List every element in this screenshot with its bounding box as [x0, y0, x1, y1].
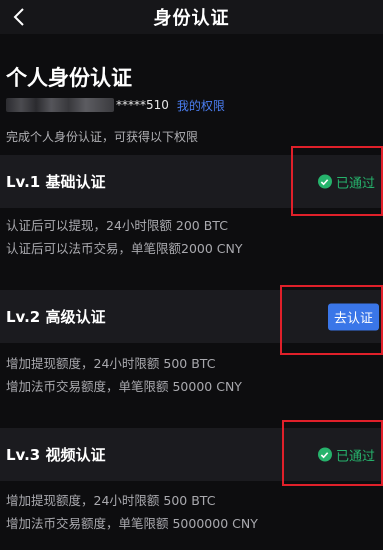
user-id-row: *****510 我的权限: [6, 95, 225, 115]
nav-header: 身份认证: [0, 0, 383, 34]
highlight-box-level-1: [291, 146, 383, 216]
blurred-id-image: [6, 98, 114, 112]
page-title: 个人身份认证: [6, 66, 132, 90]
level-1-line-1: 认证后可以提现，24小时限额 200 BTC: [6, 218, 228, 233]
highlight-box-level-3: [282, 420, 383, 486]
masked-id-text: *****510: [116, 98, 169, 112]
level-3-title: Lv.3 视频认证: [6, 446, 106, 464]
level-3-line-2: 增加法币交易额度，单笔限额 5000000 CNY: [6, 516, 258, 531]
level-2-line-1: 增加提现额度，24小时限额 500 BTC: [6, 356, 216, 371]
page-subtitle: 完成个人身份认证，可获得以下权限: [6, 130, 199, 144]
back-chevron-icon[interactable]: [8, 4, 30, 30]
level-2-line-2: 增加法币交易额度，单笔限额 50000 CNY: [6, 379, 242, 394]
header-title: 身份认证: [153, 8, 230, 29]
level-1-body: 认证后可以提现，24小时限额 200 BTC 认证后可以法币交易，单笔限额200…: [6, 214, 243, 260]
level-2-body: 增加提现额度，24小时限额 500 BTC 增加法币交易额度，单笔限额 5000…: [6, 352, 242, 398]
my-rights-link[interactable]: 我的权限: [177, 97, 225, 114]
highlight-box-level-2: [280, 285, 383, 355]
level-3-line-1: 增加提现额度，24小时限额 500 BTC: [6, 493, 216, 508]
level-1-line-2: 认证后可以法币交易，单笔限额2000 CNY: [6, 241, 243, 256]
level-2-title: Lv.2 高级认证: [6, 308, 106, 326]
level-1-title: Lv.1 基础认证: [6, 173, 106, 191]
level-3-body: 增加提现额度，24小时限额 500 BTC 增加法币交易额度，单笔限额 5000…: [6, 489, 258, 535]
